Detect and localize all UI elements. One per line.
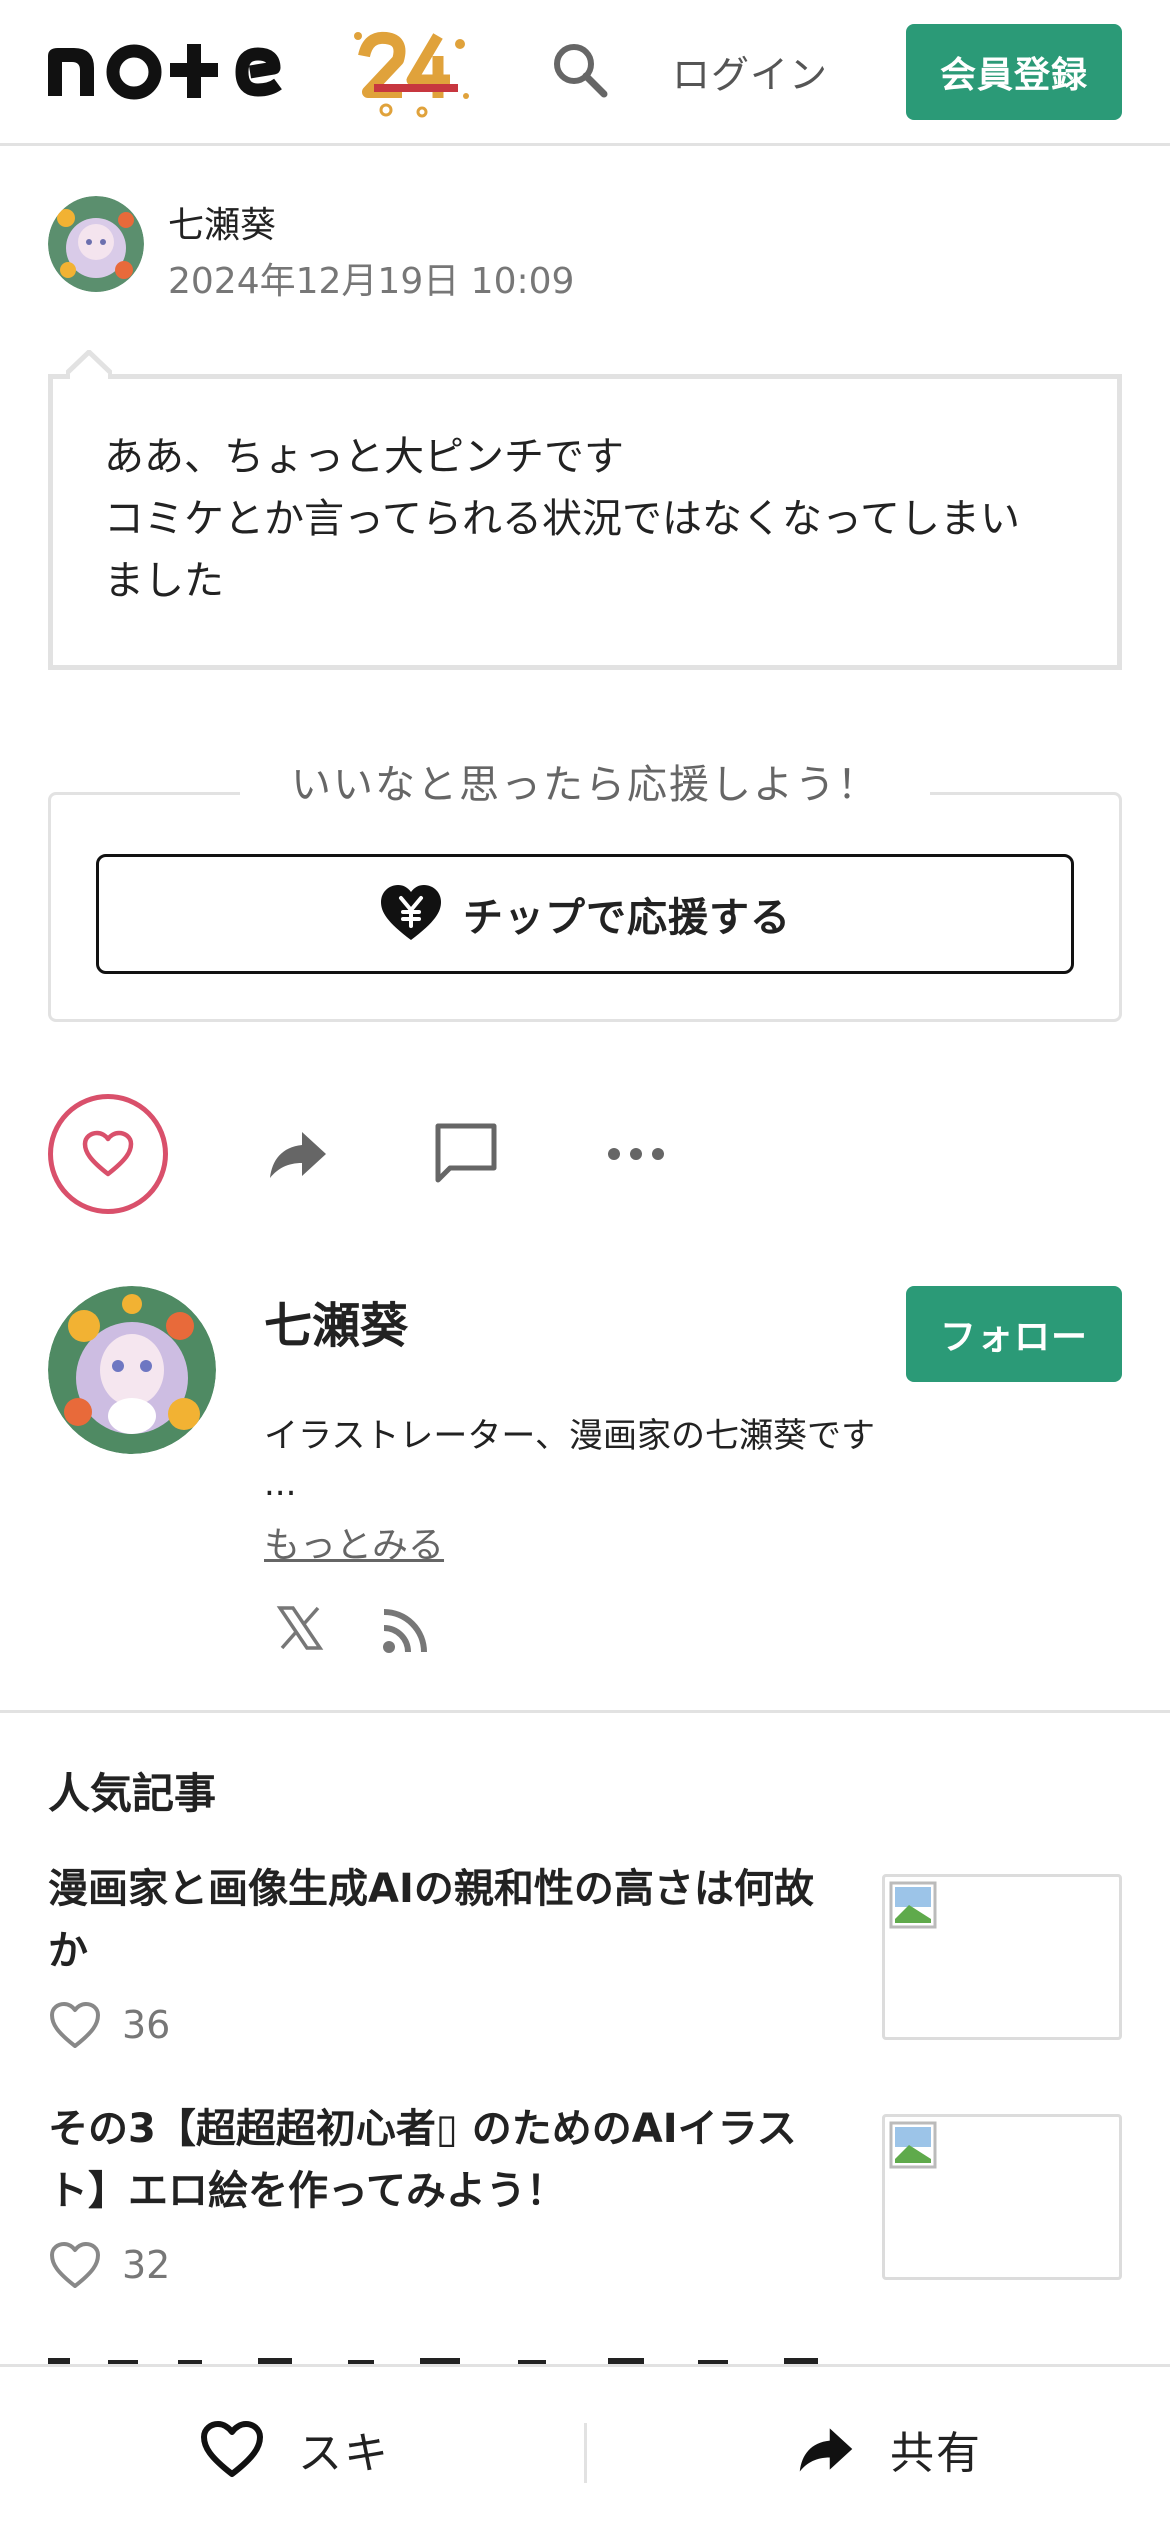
heart-icon xyxy=(82,1130,134,1177)
heart-yen-icon xyxy=(379,882,443,946)
share-icon xyxy=(799,2428,853,2472)
bottom-bar-divider xyxy=(584,2423,587,2483)
article-thumbnail[interactable] xyxy=(882,2114,1122,2280)
post-line: ました xyxy=(104,558,224,604)
popular-article-item[interactable]: その3【超超超初心者▯ のためのAIイラスト】エロ絵を作ってみよう！ 32 xyxy=(48,2098,1122,2338)
bottom-like-label: スキ xyxy=(298,2428,390,2479)
creator-name[interactable]: 七瀬葵 xyxy=(264,1286,408,1356)
post-line: ああ、ちょっと大ピンチです xyxy=(104,434,624,480)
bottom-like-button[interactable]: スキ xyxy=(200,2407,390,2491)
signup-button[interactable]: 会員登録 xyxy=(906,24,1122,120)
tip-button-label: チップで応援する xyxy=(463,895,791,941)
bottom-action-bar: スキ 共有 xyxy=(0,2364,1170,2532)
post-date: 2024年12月19日 10:09 xyxy=(168,261,575,302)
x-icon[interactable] xyxy=(276,1604,324,1652)
article-title[interactable]: 漫画家と画像生成AIの親和性の高さは何故か xyxy=(48,1858,848,1982)
heart-icon xyxy=(201,2421,263,2477)
like-count: 36 xyxy=(122,2003,171,2047)
support-legend: いいなと思ったら応援しよう！ xyxy=(240,752,930,810)
article-title[interactable]: その3【超超超初心者▯ のためのAIイラスト】エロ絵を作ってみよう！ xyxy=(48,2098,848,2222)
creator-bio-ellipsis: ... xyxy=(264,1464,297,1504)
article-likes: 32 xyxy=(48,2240,170,2290)
rss-icon[interactable] xyxy=(380,1604,432,1656)
article-likes: 36 xyxy=(48,2000,170,2050)
like-count: 32 xyxy=(122,2243,171,2287)
site-header: ログイン 会員登録 xyxy=(0,0,1170,146)
bottom-share-label: 共有 xyxy=(890,2428,982,2479)
creator-avatar[interactable] xyxy=(48,1286,216,1454)
post-body-text: ああ、ちょっと大ピンチです コミケとか言ってられる状況ではなくなってしまい まし… xyxy=(104,426,1084,612)
broken-image-icon xyxy=(889,2121,937,2169)
section-divider xyxy=(0,1710,1170,1713)
post-line: コミケとか言ってられる状況ではなくなってしまい xyxy=(104,496,1020,542)
heart-icon xyxy=(50,2242,100,2288)
comment-icon[interactable] xyxy=(432,1120,500,1188)
like-button[interactable] xyxy=(48,1094,168,1214)
more-icon[interactable] xyxy=(600,1126,672,1182)
search-icon[interactable] xyxy=(548,38,612,102)
note-logo[interactable] xyxy=(46,26,476,126)
tip-button[interactable]: チップで応援する xyxy=(96,854,1074,974)
more-link[interactable]: もっとみる xyxy=(264,1516,444,1568)
bubble-tail xyxy=(64,348,114,396)
author-avatar[interactable] xyxy=(48,196,144,292)
broken-image-icon xyxy=(889,1881,937,1929)
follow-button[interactable]: フォロー xyxy=(906,1286,1122,1382)
note-24-logo-mark xyxy=(48,31,469,118)
popular-article-item[interactable]: 漫画家と画像生成AIの親和性の高さは何故か 36 xyxy=(48,1858,1122,2098)
share-icon[interactable] xyxy=(266,1122,330,1186)
popular-articles-heading: 人気記事 xyxy=(48,1769,217,1818)
login-link[interactable]: ログイン xyxy=(672,44,828,99)
heart-icon xyxy=(50,2002,100,2048)
article-thumbnail[interactable] xyxy=(882,1874,1122,2040)
creator-bio: イラストレーター、漫画家の七瀬葵です xyxy=(264,1416,875,1456)
author-name[interactable]: 七瀬葵 xyxy=(168,196,276,248)
bottom-share-button[interactable]: 共有 xyxy=(796,2407,982,2491)
